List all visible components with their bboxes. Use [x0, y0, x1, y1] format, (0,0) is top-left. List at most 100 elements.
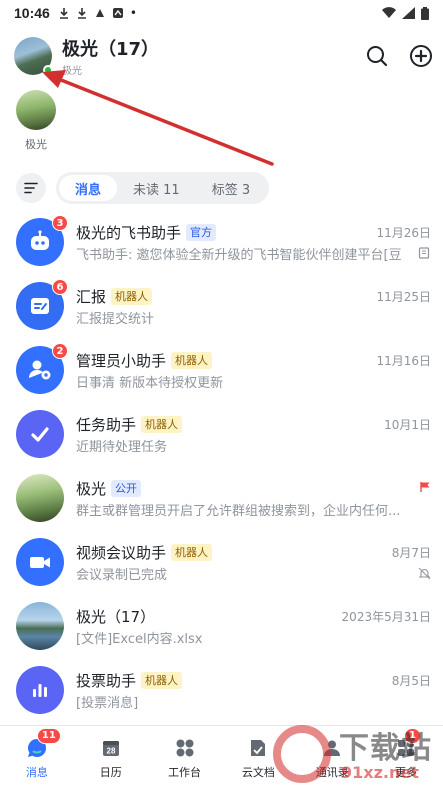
- chat-preview: 日事清 新版本待授权更新: [76, 375, 224, 391]
- search-icon[interactable]: [365, 44, 389, 68]
- filter-tabs-row: 消息 未读 11 标签 3: [16, 172, 431, 204]
- battery-icon: [421, 6, 429, 20]
- pinned-contact-label: 极光: [25, 138, 47, 151]
- robot-icon: 3: [16, 215, 68, 266]
- chat-row-poll-assistant[interactable]: 投票助手 机器人 8月5日 [投票消息]: [0, 658, 443, 722]
- pinned-contact[interactable]: 极光: [16, 90, 56, 152]
- chat-header: 极光（17） 极光: [14, 34, 433, 78]
- unread-badge: 3: [52, 215, 68, 231]
- nav-messages[interactable]: 11 消息: [0, 726, 74, 789]
- calendar-day: 28: [106, 746, 115, 755]
- report-icon: 6: [16, 279, 68, 330]
- chat-name: 管理员小助手: [76, 351, 167, 370]
- chat-row-task-assistant[interactable]: 任务助手 机器人 10月1日 近期待处理任务: [0, 402, 443, 466]
- chat-row-feishu-assistant[interactable]: 3 极光的飞书助手 官方 11月26日 飞书助手: 邀您体验全新升级的飞书智能伙…: [0, 210, 443, 274]
- bot-tag: 机器人: [141, 415, 183, 433]
- tab-labels[interactable]: 标签 3: [196, 175, 266, 201]
- chat-name: 极光（17）: [76, 607, 156, 626]
- document-icon: [246, 736, 270, 760]
- video-camera-icon: [16, 538, 64, 586]
- public-tag: 公开: [111, 479, 142, 497]
- book-icon: [417, 247, 431, 259]
- chat-name: 投票助手: [76, 671, 137, 690]
- wifi-icon: [382, 7, 396, 19]
- chat-row-report[interactable]: 6 汇报 机器人 11月25日 汇报提交统计: [0, 274, 443, 338]
- chat-name: 视频会议助手: [76, 543, 167, 562]
- chat-preview: 近期待处理任务: [76, 439, 168, 455]
- tab-messages[interactable]: 消息: [59, 175, 118, 201]
- chat-preview: [投票消息]: [76, 695, 139, 711]
- calendar-icon: 28: [99, 736, 123, 760]
- chat-name: 极光的飞书助手: [76, 223, 182, 242]
- checkmark-icon: [16, 410, 64, 458]
- chat-time: 11月25日: [376, 289, 431, 304]
- chat-preview: 飞书助手: 邀您体验全新升级的飞书智能伙伴创建平台[豆: [76, 247, 402, 263]
- chat-row-video-assistant[interactable]: 视频会议助手 机器人 8月7日 会议录制已完成: [0, 530, 443, 594]
- my-avatar[interactable]: [14, 37, 53, 75]
- page-subtitle: 极光: [62, 66, 82, 77]
- signal-icon: [402, 7, 415, 19]
- header-titles[interactable]: 极光（17） 极光: [62, 35, 159, 77]
- flag-icon: [413, 481, 431, 496]
- bot-tag: 机器人: [111, 287, 153, 305]
- poll-chart-icon: [16, 666, 64, 714]
- watermark-url: 91xz.net: [341, 763, 419, 782]
- watermark-logo: [273, 725, 331, 783]
- chat-name: 汇报: [76, 287, 107, 306]
- bot-tag: 机器人: [171, 351, 213, 369]
- header-actions: [365, 44, 433, 68]
- tab-unread[interactable]: 未读 11: [117, 175, 196, 201]
- chat-name: 极光: [76, 479, 107, 498]
- add-icon[interactable]: [409, 44, 433, 68]
- watermark-text: 下载站: [339, 731, 432, 766]
- grid-icon: [173, 736, 197, 760]
- pinned-contact-avatar: [16, 90, 56, 130]
- group-avatar: [16, 474, 64, 522]
- nav-calendar[interactable]: 28 日历: [74, 726, 148, 789]
- unread-badge: 2: [52, 343, 68, 359]
- status-notification-icons: •: [58, 6, 137, 20]
- online-status-dot: [43, 65, 53, 75]
- download-icon: [77, 8, 86, 19]
- chat-row-admin-assistant[interactable]: 2 管理员小助手 机器人 11月16日 日事清 新版本待授权更新: [0, 338, 443, 402]
- app-notify-icon: [95, 9, 104, 17]
- nav-label: 工作台: [168, 765, 202, 779]
- page-title: 极光（17）: [62, 39, 160, 60]
- nav-label: 消息: [25, 765, 48, 779]
- chat-time: 8月5日: [391, 673, 431, 688]
- nav-label: 日历: [99, 765, 122, 779]
- filter-lines-icon: [24, 182, 38, 194]
- chat-time: 8月7日: [391, 545, 431, 560]
- chat-preview: [文件]Excel内容.xlsx: [76, 631, 203, 647]
- mute-bell-icon: [417, 567, 431, 580]
- group-avatar: [16, 602, 64, 650]
- nav-unread-badge: 11: [36, 727, 61, 744]
- nav-workplace[interactable]: 工作台: [148, 726, 222, 789]
- chat-time: 11月26日: [376, 225, 431, 240]
- bot-tag: 机器人: [171, 543, 213, 561]
- nav-label: 云文档: [241, 765, 275, 779]
- download-icon: [59, 8, 68, 19]
- chat-bubble-icon: 11: [25, 727, 61, 760]
- official-tag: 官方: [186, 223, 217, 241]
- chat-row-aurora-group[interactable]: 极光 公开 群主或群管理员开启了允许群组被搜索到，企业内任何...: [0, 466, 443, 530]
- chat-time: 2023年5月31日: [341, 609, 431, 624]
- unread-badge: 6: [52, 279, 68, 295]
- app-notify-icon: [112, 8, 123, 18]
- bot-tag: 机器人: [141, 671, 183, 689]
- status-dot: •: [129, 6, 137, 20]
- chat-name: 任务助手: [76, 415, 137, 434]
- chat-list: 3 极光的飞书助手 官方 11月26日 飞书助手: 邀您体验全新升级的飞书智能伙…: [0, 210, 443, 722]
- chat-preview: 会议录制已完成: [76, 567, 168, 583]
- filter-menu-button[interactable]: [16, 173, 46, 203]
- status-system-icons: [382, 6, 429, 20]
- status-time: 10:46: [14, 5, 50, 21]
- message-tabs: 消息 未读 11 标签 3: [56, 172, 270, 204]
- status-bar: 10:46 •: [0, 0, 443, 26]
- site-watermark: 下载站 91xz.net: [273, 719, 443, 789]
- chat-time: 11月16日: [376, 353, 431, 368]
- chat-preview: 汇报提交统计: [76, 311, 155, 327]
- chat-time: 10月1日: [384, 417, 431, 432]
- chat-preview: 群主或群管理员开启了允许群组被搜索到，企业内任何...: [76, 503, 401, 519]
- chat-row-aurora-17[interactable]: 极光（17） 2023年5月31日 [文件]Excel内容.xlsx: [0, 594, 443, 658]
